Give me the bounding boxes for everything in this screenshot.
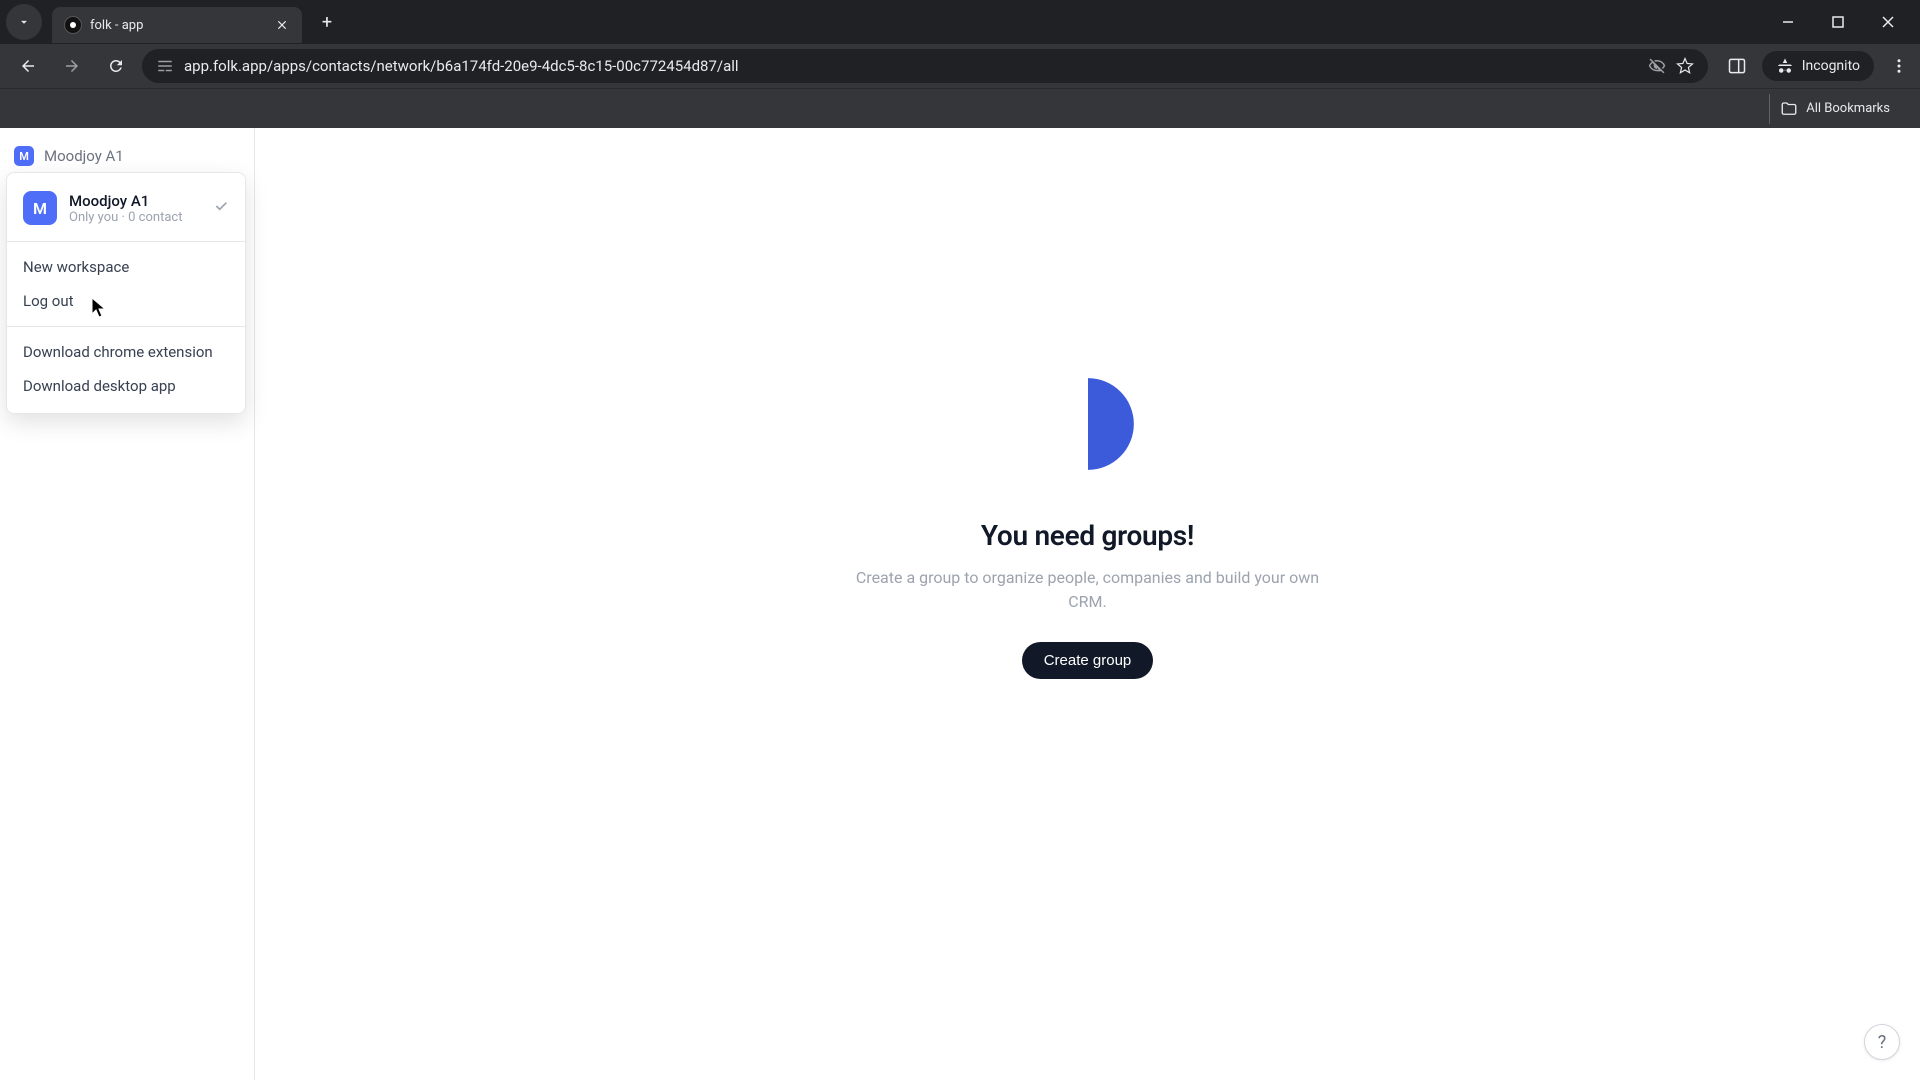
empty-state: You need groups! Create a group to organ… bbox=[848, 369, 1328, 679]
download-extension-link[interactable]: Download chrome extension bbox=[7, 335, 245, 369]
download-app-link[interactable]: Download desktop app bbox=[7, 369, 245, 403]
bookmark-bar: All Bookmarks bbox=[0, 88, 1920, 128]
workspace-switcher[interactable]: M Moodjoy A1 bbox=[12, 142, 242, 170]
workspace-option-name: Moodjoy A1 bbox=[69, 192, 201, 210]
log-out-link[interactable]: Log out bbox=[7, 284, 245, 318]
empty-title: You need groups! bbox=[848, 519, 1328, 552]
close-icon[interactable] bbox=[274, 17, 290, 33]
side-panel-icon[interactable] bbox=[1726, 55, 1748, 77]
divider bbox=[7, 326, 245, 327]
tab-favicon bbox=[64, 16, 82, 34]
help-button[interactable]: ? bbox=[1864, 1024, 1900, 1060]
workspace-badge: M bbox=[14, 146, 34, 166]
incognito-label: Incognito bbox=[1802, 58, 1860, 74]
workspace-name: Moodjoy A1 bbox=[44, 147, 124, 165]
tab-title: folk - app bbox=[90, 18, 266, 33]
new-tab-button[interactable]: + bbox=[312, 7, 342, 37]
workspace-option-subtitle: Only you · 0 contact bbox=[69, 210, 201, 225]
chevron-down-icon bbox=[17, 15, 31, 29]
sidebar: M Moodjoy A1 M Moodjoy A1 Only you · 0 c… bbox=[0, 128, 255, 1080]
back-button[interactable] bbox=[10, 48, 46, 84]
all-bookmarks-button[interactable]: All Bookmarks bbox=[1769, 94, 1900, 124]
window-controls bbox=[1774, 8, 1920, 36]
browser-tab[interactable]: folk - app bbox=[52, 7, 302, 43]
workspace-badge-large: M bbox=[23, 191, 57, 225]
empty-subtitle: Create a group to organize people, compa… bbox=[848, 566, 1328, 614]
workspace-option[interactable]: M Moodjoy A1 Only you · 0 contact bbox=[7, 183, 245, 233]
toolbar-right: Incognito bbox=[1726, 51, 1910, 81]
url-bar[interactable]: app.folk.app/apps/contacts/network/b6a17… bbox=[142, 49, 1708, 83]
minimize-button[interactable] bbox=[1774, 8, 1802, 36]
divider bbox=[7, 241, 245, 242]
incognito-chip[interactable]: Incognito bbox=[1762, 51, 1874, 81]
menu-icon[interactable] bbox=[1888, 55, 1910, 77]
empty-illustration bbox=[1033, 369, 1143, 479]
reload-button[interactable] bbox=[98, 48, 134, 84]
check-icon bbox=[213, 198, 229, 218]
tab-search-button[interactable] bbox=[6, 4, 42, 40]
all-bookmarks-label: All Bookmarks bbox=[1806, 101, 1890, 116]
main-content: You need groups! Create a group to organ… bbox=[255, 128, 1920, 1080]
create-group-button[interactable]: Create group bbox=[1022, 642, 1154, 679]
star-icon[interactable] bbox=[1676, 57, 1694, 75]
url-text: app.folk.app/apps/contacts/network/b6a17… bbox=[184, 57, 1638, 75]
tab-strip: folk - app + bbox=[0, 0, 1920, 44]
browser-chrome: folk - app + app.folk.app/apps/contacts/… bbox=[0, 0, 1920, 128]
maximize-button[interactable] bbox=[1824, 8, 1852, 36]
eye-off-icon[interactable] bbox=[1648, 57, 1666, 75]
folder-icon bbox=[1780, 100, 1798, 118]
close-window-button[interactable] bbox=[1874, 8, 1902, 36]
workspace-dropdown: M Moodjoy A1 Only you · 0 contact New wo… bbox=[6, 172, 246, 414]
toolbar: app.folk.app/apps/contacts/network/b6a17… bbox=[0, 44, 1920, 88]
incognito-icon bbox=[1776, 57, 1794, 75]
forward-button[interactable] bbox=[54, 48, 90, 84]
site-settings-icon[interactable] bbox=[156, 57, 174, 75]
app-body: M Moodjoy A1 M Moodjoy A1 Only you · 0 c… bbox=[0, 128, 1920, 1080]
new-workspace-link[interactable]: New workspace bbox=[7, 250, 245, 284]
